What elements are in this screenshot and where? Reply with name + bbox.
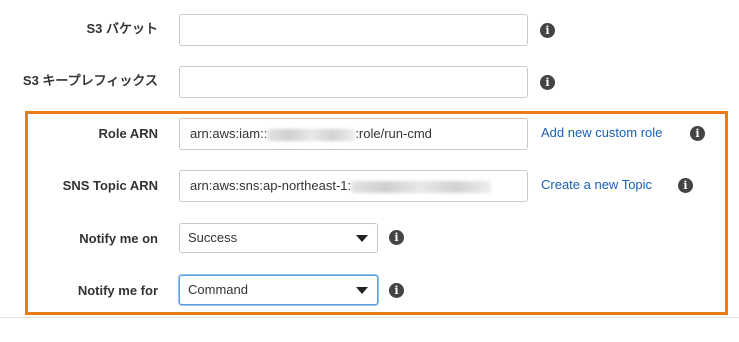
- sns-topic-arn-input[interactable]: arn:aws:sns:ap-northeast-1:: [179, 170, 528, 202]
- s3-bucket-info-icon[interactable]: i: [540, 23, 555, 38]
- sns-topic-arn-label: SNS Topic ARN: [62, 178, 158, 193]
- role-arn-value-prefix: arn:aws:iam::: [190, 126, 268, 141]
- notify-me-on-info-icon[interactable]: i: [389, 230, 404, 245]
- s3-key-prefix-label: S3 キープレフィックス: [22, 73, 158, 88]
- chevron-down-icon: [356, 235, 368, 242]
- sns-notification-settings: S3 バケット i S3 キープレフィックス i Role ARN arn:aw…: [0, 0, 739, 342]
- role-arn-info-icon[interactable]: i: [690, 126, 705, 141]
- notify-me-on-selected: Success: [188, 230, 238, 245]
- redacted-topic-suffix: [351, 180, 492, 193]
- role-arn-input[interactable]: arn:aws:iam:::role/run-cmd: [179, 118, 528, 150]
- create-new-topic-link[interactable]: Create a new Topic: [541, 177, 652, 193]
- sns-topic-arn-info-icon[interactable]: i: [678, 178, 693, 193]
- section-divider: [0, 317, 739, 318]
- notify-me-on-select[interactable]: Success: [179, 223, 378, 253]
- redacted-account-id: [267, 128, 356, 141]
- notify-me-for-label: Notify me for: [77, 283, 158, 298]
- s3-bucket-label: S3 バケット: [86, 21, 158, 36]
- notify-me-for-info-icon[interactable]: i: [389, 283, 404, 298]
- notify-me-for-selected: Command: [188, 282, 248, 297]
- s3-key-prefix-info-icon[interactable]: i: [540, 75, 555, 90]
- role-arn-label: Role ARN: [98, 126, 158, 141]
- add-new-custom-role-link[interactable]: Add new custom role: [541, 125, 662, 141]
- notify-me-for-select[interactable]: Command: [179, 275, 378, 305]
- s3-bucket-input[interactable]: [179, 14, 528, 46]
- s3-key-prefix-input[interactable]: [179, 66, 528, 98]
- role-arn-value-suffix: :role/run-cmd: [355, 126, 432, 141]
- chevron-down-icon: [356, 287, 368, 294]
- notify-me-on-label: Notify me on: [79, 231, 158, 246]
- sns-topic-arn-value-prefix: arn:aws:sns:ap-northeast-1:: [190, 178, 352, 193]
